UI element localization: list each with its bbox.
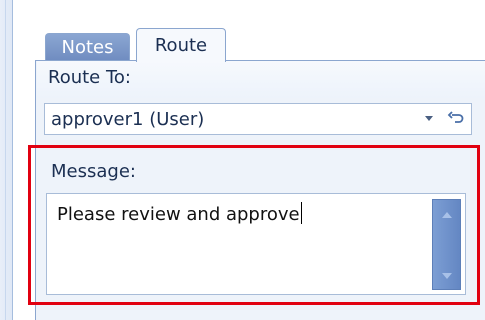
scroll-up-icon[interactable] [442, 212, 452, 218]
tab-notes[interactable]: Notes [45, 33, 130, 61]
tab-route[interactable]: Route [136, 28, 226, 62]
chevron-down-icon[interactable] [425, 116, 433, 121]
route-to-combobox[interactable]: approver1 (User) [44, 103, 472, 135]
left-pane-divider [5, 0, 6, 320]
undo-icon[interactable] [447, 110, 465, 128]
panel-bottom [36, 306, 485, 320]
route-to-label: Route To: [48, 67, 131, 88]
message-textarea[interactable]: Please review and approve [46, 193, 466, 295]
text-cursor [300, 202, 302, 224]
left-pane [0, 0, 13, 320]
route-to-value: approver1 (User) [51, 109, 205, 130]
message-label: Message: [51, 161, 136, 182]
message-scrollbar[interactable] [432, 199, 461, 290]
scroll-down-icon[interactable] [442, 273, 452, 279]
message-text: Please review and approve [57, 202, 302, 225]
